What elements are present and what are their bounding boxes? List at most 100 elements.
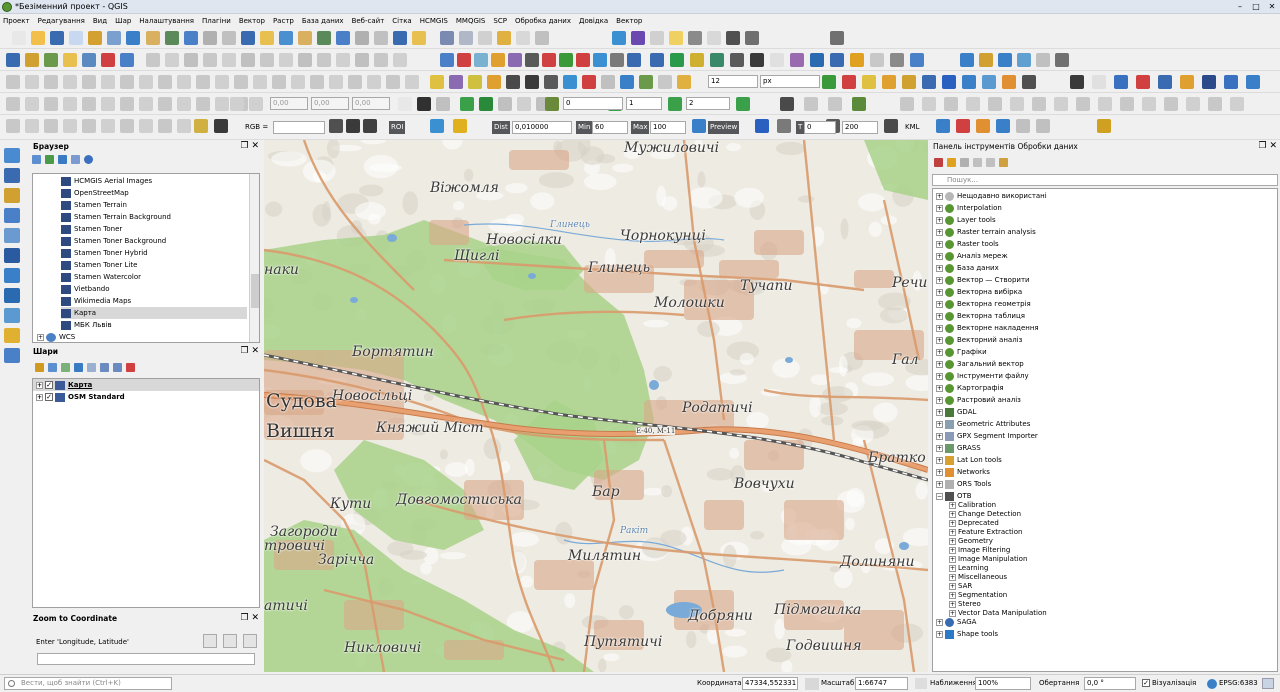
filter-legend-icon[interactable]	[74, 363, 83, 372]
browser-tree[interactable]: HCMGIS Aerial Images OpenStreetMap Stamen …	[32, 173, 260, 343]
menu-item[interactable]: Обробка даних	[515, 17, 571, 25]
render-checkbox[interactable]: ✓ Візуалізація	[1142, 677, 1196, 690]
coordinate-input[interactable]	[37, 653, 255, 665]
t-input[interactable]: 0	[804, 121, 836, 134]
menu-item[interactable]: Плагіни	[202, 17, 231, 25]
rgb-select[interactable]	[273, 121, 325, 134]
band-2-input[interactable]: 1	[626, 97, 662, 110]
toolbar-3-icons[interactable]	[0, 71, 1280, 93]
browser-item[interactable]: OpenStreetMap	[61, 187, 247, 199]
maximize-button[interactable]: □	[1248, 2, 1264, 11]
processing-item[interactable]: + Layer tools	[936, 214, 996, 226]
processing-item[interactable]: + Графіки	[936, 346, 987, 358]
menu-item[interactable]: Довідка	[579, 17, 608, 25]
expand-toggle[interactable]: +	[936, 312, 943, 320]
coordinate-field[interactable]: 47334,5523311	[742, 677, 798, 690]
menu-item[interactable]: HCMGIS	[420, 17, 448, 25]
expand-toggle[interactable]: −	[936, 492, 943, 500]
expand-toggle[interactable]: +	[936, 300, 943, 308]
menu-item[interactable]: Шар	[115, 17, 131, 25]
expand-toggle[interactable]: +	[936, 396, 943, 404]
expand-toggle[interactable]: +	[936, 384, 943, 392]
zoom-clear-button[interactable]	[243, 634, 257, 648]
collapse-all-icon[interactable]	[71, 155, 80, 164]
messages-icon[interactable]	[1262, 678, 1274, 689]
expand-toggle[interactable]: +	[936, 468, 943, 476]
scale-field[interactable]: 1:66747	[855, 677, 908, 690]
menu-item[interactable]: Вид	[93, 17, 107, 25]
processing-tree[interactable]: + Нещодавно використані + Interpolation + Lay…	[932, 188, 1278, 672]
browser-item[interactable]: Stamen Watercolor	[61, 271, 247, 283]
processing-item[interactable]: + Векторне накладення	[936, 322, 1039, 334]
layer-item-karta[interactable]: + ✓ Карта	[33, 379, 259, 391]
processing-item[interactable]: + Raster terrain analysis	[936, 226, 1036, 238]
processing-search-input[interactable]: Пошук...	[932, 174, 1278, 186]
menu-item[interactable]: SCP	[493, 17, 507, 25]
expand-toggle[interactable]: +	[936, 336, 943, 344]
processing-item[interactable]: + GDAL	[936, 406, 976, 418]
toolbar-2-icons[interactable]	[0, 49, 1280, 71]
expand-toggle[interactable]: +	[936, 288, 943, 296]
edit-features-icon[interactable]	[986, 158, 995, 167]
processing-item[interactable]: + Вектор — Створити	[936, 274, 1030, 286]
expand-toggle[interactable]: +	[936, 324, 943, 332]
add-selected-icon[interactable]	[32, 155, 41, 164]
min-input[interactable]: 60	[592, 121, 628, 134]
band-3-input[interactable]: 2	[686, 97, 730, 110]
menu-item[interactable]: Налаштування	[139, 17, 194, 25]
menu-item[interactable]: Веб-сайт	[352, 17, 385, 25]
minimize-button[interactable]: –	[1232, 2, 1248, 11]
expand-toggle[interactable]: +	[936, 456, 943, 464]
zoom-capture-button[interactable]	[203, 634, 217, 648]
left-layer-toolbar[interactable]	[0, 142, 30, 672]
map-canvas[interactable]: Мужиловичі Віжомля Новосілки Щиглі Чорнокунц…	[264, 140, 928, 672]
toggle-extents-button[interactable]	[805, 678, 819, 690]
processing-item[interactable]: + Raster tools	[936, 238, 999, 250]
processing-item[interactable]: + GPX Segment Importer	[936, 430, 1038, 442]
expand-toggle[interactable]: +	[936, 228, 943, 236]
browser-item[interactable]: МБК Львів	[61, 319, 247, 331]
processing-item[interactable]: + Shape tools	[936, 628, 998, 640]
processing-item[interactable]: + Векторна вибірка	[936, 286, 1022, 298]
processing-item[interactable]: + Networks	[936, 466, 990, 478]
style-icon[interactable]	[35, 363, 44, 372]
options-icon[interactable]	[999, 158, 1008, 167]
offset-x-input[interactable]: 0,00	[270, 97, 308, 110]
expression-filter-icon[interactable]	[87, 363, 96, 372]
processing-item[interactable]: + Векторний аналіз	[936, 334, 1022, 346]
results-icon[interactable]	[973, 158, 982, 167]
processing-item[interactable]: + Картографія	[936, 382, 1004, 394]
expand-toggle[interactable]: +	[936, 276, 943, 284]
max-input[interactable]: 100	[650, 121, 686, 134]
rotation-field[interactable]: 0,0 °	[1084, 677, 1136, 690]
font-size-input[interactable]: 12	[708, 75, 758, 88]
processing-item[interactable]: + GRASS	[936, 442, 981, 454]
browser-item-wcs[interactable]: + WCS	[37, 331, 75, 342]
locator-search-input[interactable]: Вести, щоб знайти (Ctrl+K)	[4, 677, 172, 690]
models-icon[interactable]	[934, 158, 943, 167]
expand-toggle[interactable]: +	[936, 618, 943, 626]
add-group-icon[interactable]	[48, 363, 57, 372]
processing-panel-buttons[interactable]: ❐ ✕	[1259, 141, 1277, 152]
collapse-all-layers-icon[interactable]	[113, 363, 122, 372]
band-1-input[interactable]: 0	[563, 97, 623, 110]
expand-toggle[interactable]: +	[936, 192, 943, 200]
processing-item[interactable]: + SAGA	[936, 616, 976, 628]
processing-item[interactable]: + Lat Lon tools	[936, 454, 1002, 466]
visibility-icon[interactable]	[61, 363, 70, 372]
processing-item[interactable]: + Geometric Attributes	[936, 418, 1030, 430]
processing-item[interactable]: + Векторна таблиця	[936, 310, 1025, 322]
close-window-button[interactable]: ✕	[1264, 2, 1280, 11]
browser-item[interactable]: Stamen Terrain Background	[61, 211, 247, 223]
layers-tree[interactable]: + ✓ Карта + ✓ OSM Standard	[32, 378, 260, 608]
menu-item[interactable]: Вектор	[616, 17, 642, 25]
expand-toggle[interactable]: +	[936, 444, 943, 452]
menu-item[interactable]: Растр	[273, 17, 294, 25]
processing-item[interactable]: + Інструменти файлу	[936, 370, 1029, 382]
expand-toggle[interactable]: +	[936, 408, 943, 416]
zoom-panel-buttons[interactable]: ❐ ✕	[241, 613, 259, 624]
expand-toggle[interactable]: +	[936, 432, 943, 440]
browser-item[interactable]: Stamen Toner Background	[61, 235, 247, 247]
filter-icon[interactable]	[58, 155, 67, 164]
processing-item[interactable]: + ORS Tools	[936, 478, 991, 490]
